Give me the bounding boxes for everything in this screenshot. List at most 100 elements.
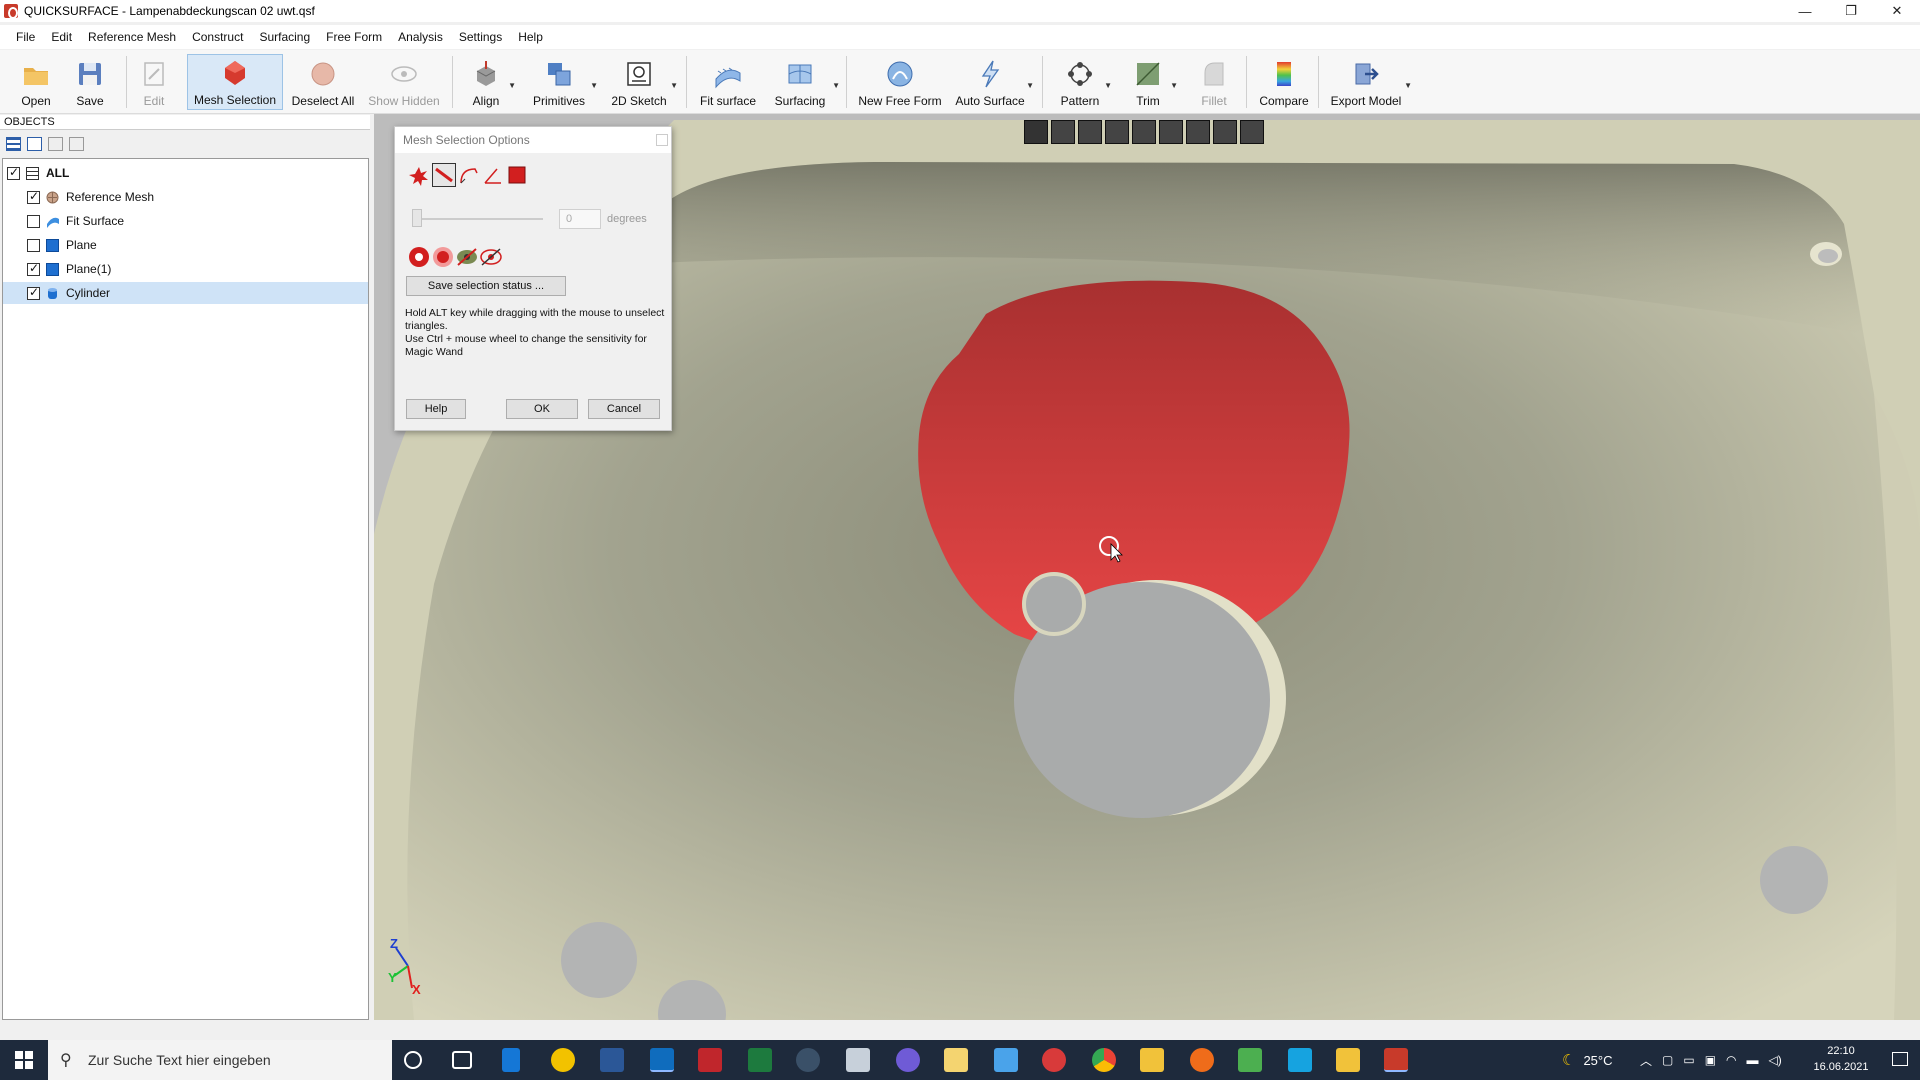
select-through-icon[interactable]: [431, 245, 455, 269]
chevron-up-icon[interactable]: ︿: [1640, 1052, 1652, 1069]
auto-surface-button[interactable]: Auto Surface ▼: [955, 54, 1034, 110]
angle-select-icon[interactable]: [481, 163, 505, 187]
cortana-icon[interactable]: [404, 1051, 422, 1069]
plane-1-checkbox[interactable]: [27, 261, 40, 276]
quicksurface-taskbar-icon[interactable]: [1384, 1048, 1408, 1072]
surfacing-button[interactable]: Surfacing ▼: [770, 54, 840, 110]
edit-button[interactable]: Edit: [134, 54, 174, 110]
collapse-icon[interactable]: [48, 137, 63, 151]
fit-surface-button[interactable]: Fit surface: [696, 54, 760, 110]
chevron-down-icon[interactable]: ▼: [1104, 81, 1112, 90]
menu-surfacing[interactable]: Surfacing: [251, 30, 318, 44]
primitives-button[interactable]: Primitives ▼: [530, 54, 598, 110]
tree-root-all[interactable]: ALL: [7, 162, 372, 184]
tree-item-plane[interactable]: Plane: [3, 234, 368, 256]
filter-icon[interactable]: [69, 137, 84, 151]
tree-item-plane-1[interactable]: Plane(1): [3, 258, 368, 280]
view-bottom-icon[interactable]: [1186, 120, 1210, 144]
angle-input[interactable]: 0: [559, 209, 601, 229]
excel-icon[interactable]: [748, 1048, 772, 1072]
view-axis-icon[interactable]: [1240, 120, 1264, 144]
app-globe-icon[interactable]: [796, 1048, 820, 1072]
ok-button[interactable]: OK: [506, 399, 578, 419]
chevron-down-icon[interactable]: ▼: [508, 81, 516, 90]
hide-selected-icon[interactable]: [455, 245, 479, 269]
compare-button[interactable]: Compare: [1256, 54, 1312, 110]
chevron-down-icon[interactable]: ▼: [1170, 81, 1178, 90]
network-icon[interactable]: ▭: [1683, 1053, 1694, 1067]
minimize-button[interactable]: —: [1782, 0, 1828, 22]
wifi-icon[interactable]: ◠: [1726, 1053, 1736, 1067]
menu-analysis[interactable]: Analysis: [390, 30, 451, 44]
app-printer-icon[interactable]: [846, 1048, 870, 1072]
view-right-icon[interactable]: [1132, 120, 1156, 144]
export-model-button[interactable]: Export Model ▼: [1330, 54, 1412, 110]
chevron-down-icon[interactable]: ▼: [670, 81, 678, 90]
open-button[interactable]: Open: [14, 54, 58, 110]
paint-brush-select-icon[interactable]: [407, 163, 431, 187]
app-c-icon[interactable]: [1288, 1048, 1312, 1072]
chevron-down-icon[interactable]: ▼: [832, 81, 840, 90]
clock[interactable]: 22:10 16.06.2021: [1806, 1043, 1876, 1075]
cancel-button[interactable]: Cancel: [588, 399, 660, 419]
menu-help[interactable]: Help: [510, 30, 551, 44]
2d-sketch-button[interactable]: 2D Sketch ▼: [610, 54, 678, 110]
close-button[interactable]: ✕: [1874, 0, 1920, 22]
menu-edit[interactable]: Edit: [43, 30, 80, 44]
restore-button[interactable]: ❐: [1828, 0, 1874, 22]
app-checkmark-icon[interactable]: [551, 1048, 575, 1072]
pattern-button[interactable]: Pattern ▼: [1058, 54, 1112, 110]
zoom-fit-icon[interactable]: [1024, 120, 1048, 144]
tray-app-icon[interactable]: ▢: [1662, 1053, 1673, 1067]
menu-free-form[interactable]: Free Form: [318, 30, 390, 44]
box-select-icon[interactable]: [505, 163, 529, 187]
weather-widget[interactable]: ☾ 25°C: [1562, 1040, 1613, 1080]
deselect-all-button[interactable]: Deselect All: [290, 54, 356, 110]
display-icon[interactable]: ▣: [1705, 1053, 1716, 1067]
app-blue-icon[interactable]: [502, 1048, 520, 1072]
reference-mesh-checkbox[interactable]: [27, 189, 40, 204]
mesh-selection-button[interactable]: Mesh Selection: [187, 54, 283, 110]
outlook-icon[interactable]: [650, 1048, 674, 1072]
plane-checkbox[interactable]: [27, 238, 40, 252]
app-purple-icon[interactable]: [896, 1048, 920, 1072]
view-iso-icon[interactable]: [1213, 120, 1237, 144]
tree-view-icon[interactable]: [27, 137, 42, 151]
menu-reference-mesh[interactable]: Reference Mesh: [80, 30, 184, 44]
view-back-icon[interactable]: [1078, 120, 1102, 144]
show-hidden-button[interactable]: Show Hidden: [366, 54, 442, 110]
app-green-icon[interactable]: [1238, 1048, 1262, 1072]
app-red-search-icon[interactable]: [698, 1048, 722, 1072]
line-select-icon[interactable]: [432, 163, 456, 187]
task-view-icon[interactable]: [452, 1051, 472, 1069]
help-button[interactable]: Help: [406, 399, 466, 419]
select-visible-icon[interactable]: [407, 245, 431, 269]
save-selection-status-button[interactable]: Save selection status ...: [406, 276, 566, 296]
word-icon[interactable]: [600, 1048, 624, 1072]
save-button[interactable]: Save: [68, 54, 112, 110]
list-view-icon[interactable]: [6, 137, 21, 151]
volume-icon[interactable]: ◁): [1769, 1053, 1782, 1067]
trim-button[interactable]: Trim ▼: [1128, 54, 1178, 110]
tree-item-reference-mesh[interactable]: Reference Mesh: [3, 186, 368, 208]
cylinder-checkbox[interactable]: [27, 285, 40, 300]
taskbar-search-box[interactable]: ⚲ Zur Suche Text hier eingeben: [48, 1040, 392, 1080]
menu-construct[interactable]: Construct: [184, 30, 251, 44]
chevron-down-icon[interactable]: ▼: [590, 81, 598, 90]
menu-file[interactable]: File: [8, 30, 43, 44]
battery-icon[interactable]: ▬: [1747, 1053, 1759, 1067]
tree-item-fit-surface[interactable]: Fit Surface: [3, 210, 368, 232]
all-checkbox[interactable]: [7, 165, 20, 180]
tree-item-cylinder[interactable]: Cylinder: [3, 282, 368, 304]
app-orange-icon[interactable]: [1190, 1048, 1214, 1072]
lasso-select-icon[interactable]: [457, 163, 481, 187]
view-front-icon[interactable]: [1051, 120, 1075, 144]
notification-center-icon[interactable]: [1892, 1052, 1908, 1066]
view-top-icon[interactable]: [1159, 120, 1183, 144]
file-explorer-icon[interactable]: [1140, 1048, 1164, 1072]
start-button[interactable]: [0, 1040, 48, 1080]
app-yellow-icon[interactable]: [944, 1048, 968, 1072]
align-button[interactable]: Align ▼: [466, 54, 516, 110]
chrome-icon[interactable]: [1092, 1048, 1116, 1072]
angle-slider-thumb[interactable]: [412, 209, 422, 227]
